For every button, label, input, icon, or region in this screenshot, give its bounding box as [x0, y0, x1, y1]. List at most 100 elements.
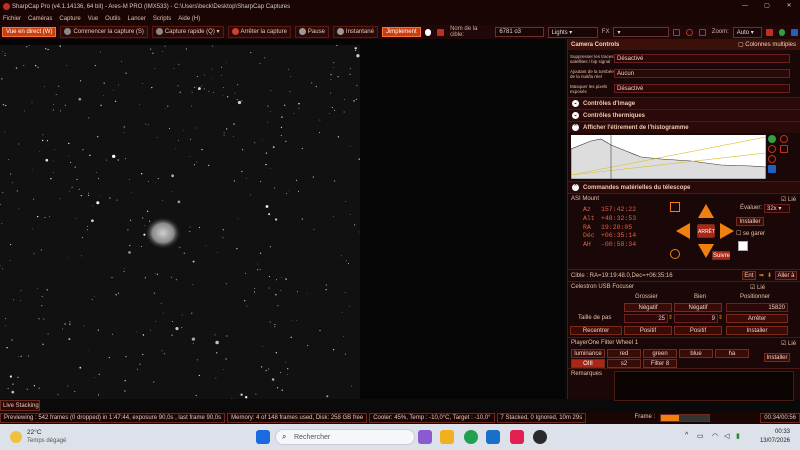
maximize-button[interactable]: ▢: [756, 0, 778, 13]
minimize-button[interactable]: —: [734, 0, 756, 13]
menu-launch[interactable]: Lancer: [128, 16, 146, 22]
section-thermal-controls[interactable]: ⌄ Contrôles thermiques: [568, 109, 800, 121]
filter-luminance[interactable]: luminance: [571, 349, 605, 358]
home-icon[interactable]: [670, 249, 680, 259]
clock-date[interactable]: 13/07/2026: [753, 438, 790, 444]
clock-time[interactable]: 00:33: [758, 429, 790, 435]
menu-help[interactable]: Aide (H): [178, 16, 200, 22]
menu-tools[interactable]: Outils: [105, 16, 120, 22]
start-capture-button[interactable]: Commencer la capture (S): [60, 26, 148, 38]
fine-step-input[interactable]: 9: [674, 314, 718, 323]
timelapse-button[interactable]: Jimplement: [381, 27, 421, 37]
filterwheel-linked-checkbox[interactable]: ☑ Lié: [781, 340, 796, 347]
track-button[interactable]: Suivre: [712, 251, 730, 260]
west-arrow-icon[interactable]: [720, 223, 734, 239]
recenter-button[interactable]: Recentrer: [570, 326, 622, 335]
close-button[interactable]: ✕: [778, 0, 800, 13]
section-image-controls[interactable]: ⌄ Contrôles d'image: [568, 97, 800, 109]
grid-icon[interactable]: [698, 28, 706, 36]
stepper-icon[interactable]: ⇕: [668, 314, 673, 321]
save-icon[interactable]: [768, 165, 776, 173]
pause-button[interactable]: Pause: [294, 26, 329, 38]
lock-icon[interactable]: [780, 145, 788, 153]
widgets-icon[interactable]: [418, 430, 432, 444]
taskbar-search[interactable]: ⌕ Rechercher: [275, 429, 415, 445]
live-image[interactable]: [0, 45, 360, 399]
stop-capture-button[interactable]: Arrêter la capture: [227, 26, 291, 38]
notes-textarea[interactable]: [614, 371, 794, 401]
reticle-icon[interactable]: [673, 28, 681, 36]
snapshot-button[interactable]: Instantané: [332, 26, 378, 38]
info-icon[interactable]: [768, 135, 776, 143]
sun-icon[interactable]: [10, 431, 22, 443]
goto-button[interactable]: Aller à: [775, 271, 797, 280]
reset-icon[interactable]: [768, 155, 776, 163]
arrow-right-icon[interactable]: ➡: [759, 272, 764, 279]
section-telescope[interactable]: ⌃ Commandes matérielles du télescope: [568, 181, 800, 193]
browser-icon[interactable]: [464, 430, 478, 444]
fx-select[interactable]: ▾: [613, 27, 670, 37]
spiral-search-icon[interactable]: [670, 202, 680, 212]
enter-button[interactable]: Ent: [741, 271, 756, 280]
file-explorer-icon[interactable]: [440, 430, 454, 444]
image-viewport[interactable]: [0, 39, 565, 399]
zoom-select[interactable]: Auto ▾: [732, 26, 762, 38]
menu-view[interactable]: Vue: [88, 16, 98, 22]
stop-button[interactable]: ARRÊT: [697, 224, 715, 238]
target-name-input[interactable]: 6781 o3: [495, 27, 544, 37]
coarse-positive-button[interactable]: Positif: [624, 326, 672, 335]
histogram-chart[interactable]: [571, 135, 766, 179]
focuser-stop-button[interactable]: Arrêter: [726, 314, 788, 323]
filter-green[interactable]: green: [643, 349, 677, 358]
coarse-step-input[interactable]: 25: [624, 314, 668, 323]
east-arrow-icon[interactable]: [676, 223, 690, 239]
live-stacking-tab[interactable]: Live Stacking: [0, 400, 40, 411]
chevron-up-icon[interactable]: ^: [685, 432, 688, 439]
filter-s2[interactable]: s2: [607, 359, 641, 368]
filter-blue[interactable]: blue: [679, 349, 713, 358]
fine-negative-button[interactable]: Négatif: [674, 303, 722, 312]
live-view-button[interactable]: Vue en direct (W): [2, 27, 57, 37]
multi-column-toggle[interactable]: ▢ Colonnes multiples: [738, 41, 796, 48]
focuser-linked-checkbox[interactable]: ☑ Lié: [750, 284, 765, 291]
gear-icon[interactable]: [778, 28, 786, 36]
mask-pixels-select[interactable]: Désactivé: [614, 84, 790, 93]
park-checkbox[interactable]: ☐ se garer: [736, 230, 765, 237]
coarse-negative-button[interactable]: Négatif: [624, 303, 672, 312]
zoom-icon[interactable]: [780, 135, 788, 143]
satellite-trail-select[interactable]: Désactivé: [614, 54, 790, 63]
park-icon[interactable]: [738, 241, 748, 251]
section-histogram[interactable]: ⌃ Afficher l'étirement de l'histogramme: [568, 121, 800, 133]
app-icon[interactable]: [510, 430, 524, 444]
filter-red[interactable]: red: [607, 349, 641, 358]
battery-icon[interactable]: ▮: [736, 432, 740, 440]
store-icon[interactable]: [486, 430, 500, 444]
fine-positive-button[interactable]: Positif: [674, 326, 722, 335]
volume-icon[interactable]: ◁: [724, 432, 729, 440]
sharpcap-taskbar-icon[interactable]: [533, 430, 547, 444]
north-arrow-icon[interactable]: [698, 204, 714, 218]
brush-icon[interactable]: [791, 28, 799, 36]
mount-install-button[interactable]: Installer: [736, 217, 764, 226]
rate-select[interactable]: 32x ▾: [764, 204, 790, 213]
histogram-icon[interactable]: [765, 28, 773, 36]
menu-cameras[interactable]: Caméras: [28, 16, 52, 22]
mount-linked-checkbox[interactable]: ☑ Lié: [781, 196, 796, 203]
focus-icon[interactable]: [686, 28, 693, 36]
menu-scripts[interactable]: Scripts: [153, 16, 171, 22]
wifi-icon[interactable]: ◠: [712, 432, 718, 440]
auto-stretch-icon[interactable]: [768, 145, 776, 153]
arrow-down-icon[interactable]: ⬇: [767, 272, 772, 279]
filter-8[interactable]: Filter 8: [643, 359, 677, 368]
menu-file[interactable]: Fichier: [3, 16, 21, 22]
menu-capture[interactable]: Capture: [59, 16, 80, 22]
quick-capture-button[interactable]: Capture rapide (Q) ▾: [151, 26, 224, 38]
record-icon[interactable]: [424, 28, 432, 36]
frame-type-select[interactable]: Lights ▾: [547, 26, 598, 38]
system-tray-icon[interactable]: ▭: [697, 432, 704, 440]
dusk-select[interactable]: Aucun: [614, 69, 790, 78]
filter-oiii[interactable]: OIII: [571, 359, 605, 368]
focuser-install-button[interactable]: Installer: [726, 326, 788, 335]
filter-ha[interactable]: ha: [715, 349, 749, 358]
stepper-icon[interactable]: ⇕: [718, 314, 723, 321]
